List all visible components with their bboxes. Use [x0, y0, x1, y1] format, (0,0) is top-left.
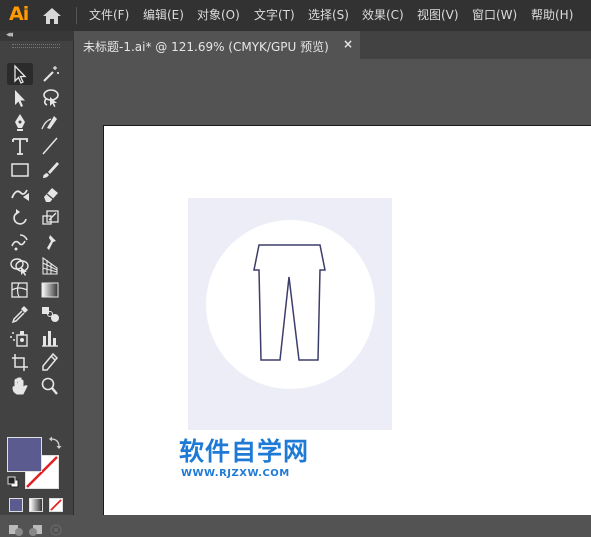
draw-inside-icon[interactable] [48, 523, 64, 537]
eyedropper-tool[interactable] [7, 303, 33, 325]
swap-colors-icon[interactable] [48, 436, 62, 450]
rotate-tool[interactable] [7, 207, 33, 229]
type-tool[interactable] [7, 135, 33, 157]
menu-window[interactable]: 窗口(W) [472, 6, 517, 23]
document-tab-title: 未标题-1.ai* @ 121.69% (CMYK/GPU 预览) [83, 40, 329, 54]
document-tab-bar: 未标题-1.ai* @ 121.69% (CMYK/GPU 预览) × [76, 31, 591, 59]
default-colors-icon[interactable] [7, 476, 19, 488]
mesh-tool[interactable] [7, 279, 33, 301]
menu-help[interactable]: 帮助(H) [531, 6, 573, 23]
column-graph-tool[interactable] [37, 327, 63, 349]
pen-tool[interactable] [7, 111, 33, 133]
rectangle-tool[interactable] [7, 159, 33, 181]
artboard-tool[interactable] [7, 351, 33, 373]
direct-selection-tool[interactable] [7, 87, 33, 109]
close-icon[interactable]: × [343, 37, 353, 51]
gradient-tool[interactable] [37, 279, 63, 301]
menu-select[interactable]: 选择(S) [308, 6, 349, 23]
menu-effect[interactable]: 效果(C) [362, 6, 404, 23]
hand-tool[interactable] [7, 375, 33, 397]
perspective-grid-tool[interactable] [37, 255, 63, 277]
menu-view[interactable]: 视图(V) [417, 6, 459, 23]
fill-color-swatch-front[interactable] [7, 437, 42, 472]
panel-grip[interactable] [12, 44, 60, 48]
curvature-tool[interactable] [37, 111, 63, 133]
magic-wand-tool[interactable] [37, 63, 63, 85]
menu-object[interactable]: 对象(O) [197, 6, 240, 23]
app-logo: Ai [9, 3, 29, 25]
symbol-sprayer-tool[interactable] [7, 327, 33, 349]
menu-edit[interactable]: 编辑(E) [143, 6, 184, 23]
menu-bar: Ai 文件(F) 编辑(E) 对象(O) 文字(T) 选择(S) 效果(C) 视… [0, 0, 591, 31]
puppet-warp-tool[interactable] [37, 231, 63, 253]
tools-panel: ◂◂ [0, 30, 74, 536]
paintbrush-tool[interactable] [37, 159, 63, 181]
shape-builder-tool[interactable] [7, 255, 33, 277]
collapse-panel-icon[interactable]: ◂◂ [6, 30, 13, 40]
lasso-tool[interactable] [37, 87, 63, 109]
selection-tool[interactable] [7, 63, 33, 85]
menu-file[interactable]: 文件(F) [89, 6, 129, 23]
blend-tool[interactable] [37, 303, 63, 325]
none-mode-button[interactable] [49, 498, 63, 512]
line-segment-tool[interactable] [37, 135, 63, 157]
shaper-tool[interactable] [7, 183, 33, 205]
warp-tool[interactable] [7, 231, 33, 253]
home-icon[interactable] [40, 6, 64, 26]
document-tab[interactable]: 未标题-1.ai* @ 121.69% (CMYK/GPU 预览) × [76, 31, 360, 59]
pants-icon[interactable] [245, 237, 345, 367]
watermark-title: 软件自学网 [179, 437, 310, 466]
canvas-area[interactable]: 软件自学网 WWW.RJZXW.COM [75, 59, 591, 515]
gradient-mode-button[interactable] [29, 498, 43, 512]
menu-separator [76, 7, 77, 24]
color-mode-button[interactable] [9, 498, 23, 512]
menu-type[interactable]: 文字(T) [254, 6, 295, 23]
zoom-tool[interactable] [37, 375, 63, 397]
slice-tool[interactable] [37, 351, 63, 373]
eraser-tool[interactable] [37, 183, 63, 205]
watermark-url: WWW.RJZXW.COM [181, 468, 290, 479]
draw-behind-icon[interactable] [28, 523, 44, 537]
scale-tool[interactable] [37, 207, 63, 229]
tools-panel-header: ◂◂ [0, 30, 74, 41]
draw-normal-icon[interactable] [8, 523, 24, 537]
